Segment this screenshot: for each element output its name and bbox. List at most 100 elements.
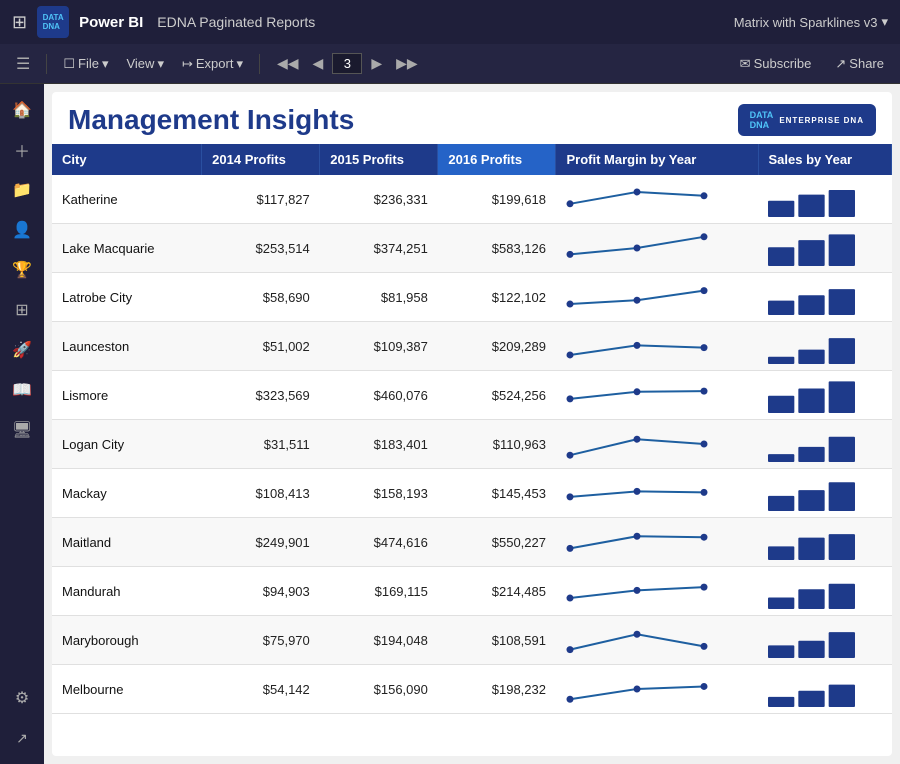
sparkline-cell [556,273,758,322]
sidebar-item-trophy[interactable]: 🏆 [4,252,40,288]
bars-cell [758,518,891,567]
bars-svg [764,471,859,515]
sidebar-item-add[interactable]: ＋ [4,132,40,168]
city-cell: Lake Macquarie [52,224,202,273]
sparkline-cell [556,224,758,273]
sparkline-svg [562,520,712,564]
view-chevron: ▾ [157,56,164,72]
sidebar-item-rocket[interactable]: 🚀 [4,332,40,368]
bars-cell [758,175,891,224]
view-menu[interactable]: View ▾ [120,54,169,74]
profit-2014-cell: $94,903 [202,567,320,616]
chevron-down-icon[interactable]: ▾ [881,14,888,30]
profit-2014-cell: $249,901 [202,518,320,567]
file-icon: ☐ [63,56,75,72]
profit-2014-cell: $253,514 [202,224,320,273]
bars-svg [764,226,859,270]
divider-1 [46,54,47,74]
bars-svg [764,373,859,417]
city-cell: Maitland [52,518,202,567]
top-bar-right: Matrix with Sparklines v3 ▾ [734,14,888,30]
bars-cell [758,224,891,273]
col-header-2014: 2014 Profits [202,144,320,175]
last-page-button[interactable]: ▶▶ [391,53,423,74]
profit-2014-cell: $58,690 [202,273,320,322]
profit-2014-cell: $75,970 [202,616,320,665]
sparkline-cell [556,175,758,224]
city-cell: Latrobe City [52,273,202,322]
brand-label: Power BI [79,14,143,31]
export-chevron: ▾ [236,56,243,72]
logo: DATADNA [37,6,69,38]
profit-2016-cell: $550,227 [438,518,556,567]
sparkline-cell [556,665,758,714]
sidebar-item-settings[interactable]: ⚙ [4,680,40,716]
sparkline-cell [556,322,758,371]
table-row: Maitland$249,901$474,616$550,227 [52,518,892,567]
sparkline-cell [556,616,758,665]
profit-2016-cell: $145,453 [438,469,556,518]
share-label: Share [849,56,884,71]
city-cell: Lismore [52,371,202,420]
file-chevron: ▾ [102,56,109,72]
menu-icon[interactable]: ☰ [10,54,36,74]
city-cell: Mandurah [52,567,202,616]
sparkline-cell [556,469,758,518]
share-button[interactable]: ↗ Share [829,54,890,74]
profit-2015-cell: $158,193 [320,469,438,518]
sparkline-svg [562,569,712,613]
bars-cell [758,322,891,371]
city-cell: Katherine [52,175,202,224]
bars-svg [764,177,859,221]
bars-cell [758,273,891,322]
sparkline-svg [562,373,712,417]
prev-page-button[interactable]: ◀ [308,53,329,74]
table-row: Mandurah$94,903$169,115$214,485 [52,567,892,616]
bars-cell [758,665,891,714]
bars-svg [764,324,859,368]
sparkline-cell [556,420,758,469]
file-menu[interactable]: ☐ File ▾ [57,54,114,74]
sidebar-item-monitor[interactable]: 🖥 [4,412,40,448]
table-header-row: City 2014 Profits 2015 Profits 2016 Prof… [52,144,892,175]
report-header: Management Insights DATADNA ENTERPRISE D… [52,92,892,144]
sidebar-item-grid[interactable]: ⊞ [4,292,40,328]
content-area: Management Insights DATADNA ENTERPRISE D… [44,84,900,764]
profit-2014-cell: $117,827 [202,175,320,224]
sidebar-item-export-arrow[interactable]: ↗ [4,720,40,756]
sidebar-item-user[interactable]: 👤 [4,212,40,248]
profit-2015-cell: $460,076 [320,371,438,420]
top-bar: ⊞ DATADNA Power BI EDNA Paginated Report… [0,0,900,44]
sparkline-cell [556,371,758,420]
table-row: Launceston$51,002$109,387$209,289 [52,322,892,371]
table-row: Lismore$323,569$460,076$524,256 [52,371,892,420]
sparkline-svg [562,275,712,319]
bars-cell [758,371,891,420]
export-menu[interactable]: ↦ Export ▾ [176,54,249,74]
enterprise-dna-label: ENTERPRISE DNA [779,116,864,125]
sidebar-item-home[interactable]: 🏠 [4,92,40,128]
profit-2015-cell: $194,048 [320,616,438,665]
page-number-input[interactable] [332,53,362,74]
data-table-wrap: City 2014 Profits 2015 Profits 2016 Prof… [52,144,892,756]
profit-2016-cell: $198,232 [438,665,556,714]
next-page-button[interactable]: ▶ [366,53,387,74]
profit-2016-cell: $199,618 [438,175,556,224]
profit-2015-cell: $474,616 [320,518,438,567]
sparkline-svg [562,471,712,515]
subscribe-icon: ✉ [740,56,751,72]
sidebar-item-book[interactable]: 📖 [4,372,40,408]
edna-logo: DATADNA ENTERPRISE DNA [738,104,876,136]
profit-2015-cell: $156,090 [320,665,438,714]
export-icon: ↦ [182,56,193,72]
profit-2015-cell: $81,958 [320,273,438,322]
first-page-button[interactable]: ◀◀ [272,53,304,74]
bars-cell [758,616,891,665]
subscribe-button[interactable]: ✉ Subscribe [734,54,818,74]
apps-icon[interactable]: ⊞ [12,12,27,33]
report-panel: Management Insights DATADNA ENTERPRISE D… [52,92,892,756]
sidebar-item-folder[interactable]: 📁 [4,172,40,208]
bars-svg [764,520,859,564]
profit-2014-cell: $323,569 [202,371,320,420]
table-row: Latrobe City$58,690$81,958$122,102 [52,273,892,322]
